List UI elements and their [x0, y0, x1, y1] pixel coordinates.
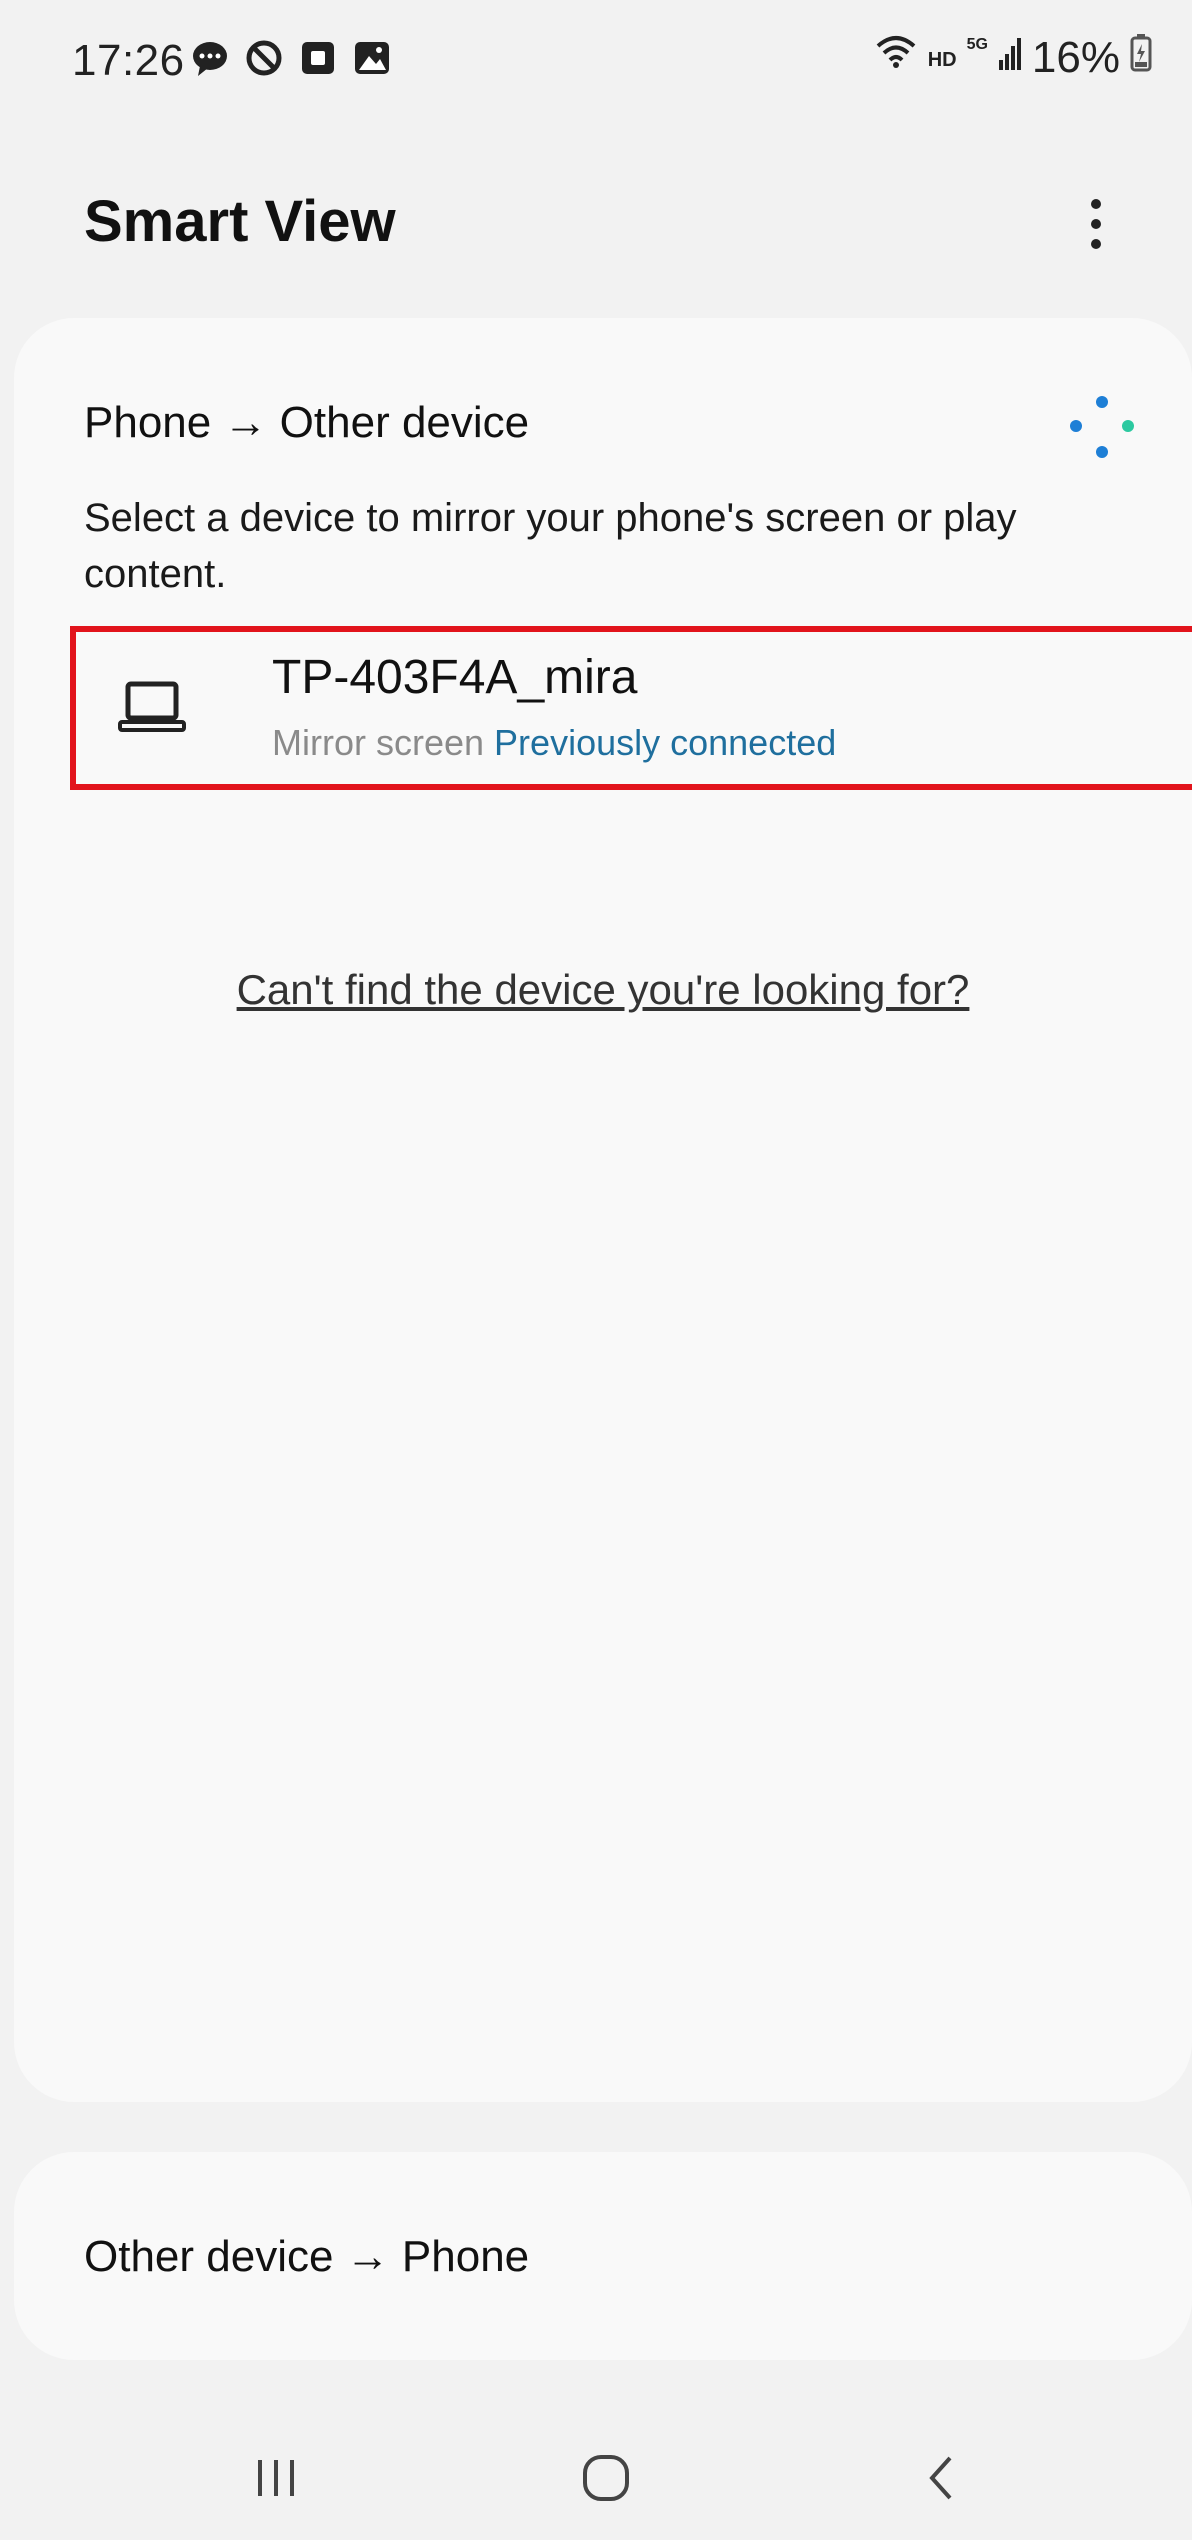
device-to-phone-card[interactable]: Other device → Phone: [14, 2152, 1192, 2360]
back-button[interactable]: [902, 2440, 982, 2520]
hd-indicator: HD: [927, 49, 957, 71]
page-title: Smart View: [84, 189, 396, 254]
more-options-button[interactable]: [1066, 196, 1126, 256]
home-icon: [580, 2452, 632, 2509]
recents-button[interactable]: [236, 2440, 316, 2520]
status-time: 17:26: [72, 36, 185, 85]
device-type: Mirror screen: [272, 722, 485, 763]
section-description: Select a device to mirror your phone's s…: [84, 496, 1017, 596]
more-vertical-icon: [1088, 194, 1104, 259]
section-title-phone-to-device: Phone → Other device: [84, 398, 530, 447]
back-icon: [922, 2452, 962, 2509]
home-button[interactable]: [566, 2440, 646, 2520]
chat-bubble-icon: [190, 38, 230, 78]
device-name: TP-403F4A_mira: [272, 651, 638, 704]
phone-to-device-card: Phone → Other device Select a device to …: [14, 318, 1192, 2102]
section-title-device-to-phone: Other device → Phone: [84, 2232, 530, 2281]
device-subtitle: Mirror screen Previously connected: [272, 722, 836, 764]
status-right: HD 5G 16%: [874, 32, 1152, 83]
navigation-bar: [0, 2420, 1192, 2540]
signal-icon: [998, 32, 1022, 83]
wifi-icon: [874, 32, 918, 83]
laptop-icon: [116, 670, 188, 742]
blocked-icon: [244, 38, 284, 78]
scanning-indicator-icon: [1062, 388, 1142, 468]
cant-find-device-link[interactable]: Can't find the device you're looking for…: [14, 966, 1192, 1014]
network-type: 5G: [966, 36, 988, 53]
recents-icon: [251, 2456, 301, 2505]
screen: 17:26 HD 5G 16% Smart View Phone → Other…: [0, 0, 1192, 2540]
device-item-tp-403f4a-mira[interactable]: TP-403F4A_mira Mirror screen Previously …: [70, 626, 1192, 790]
notification-icons: [190, 38, 392, 78]
image-icon: [352, 38, 392, 78]
device-status: Previously connected: [494, 722, 837, 763]
battery-icon: [1130, 32, 1152, 83]
battery-percent: 16%: [1031, 32, 1120, 82]
status-bar: 17:26 HD 5G 16%: [0, 0, 1192, 120]
square-notification-icon: [298, 38, 338, 78]
